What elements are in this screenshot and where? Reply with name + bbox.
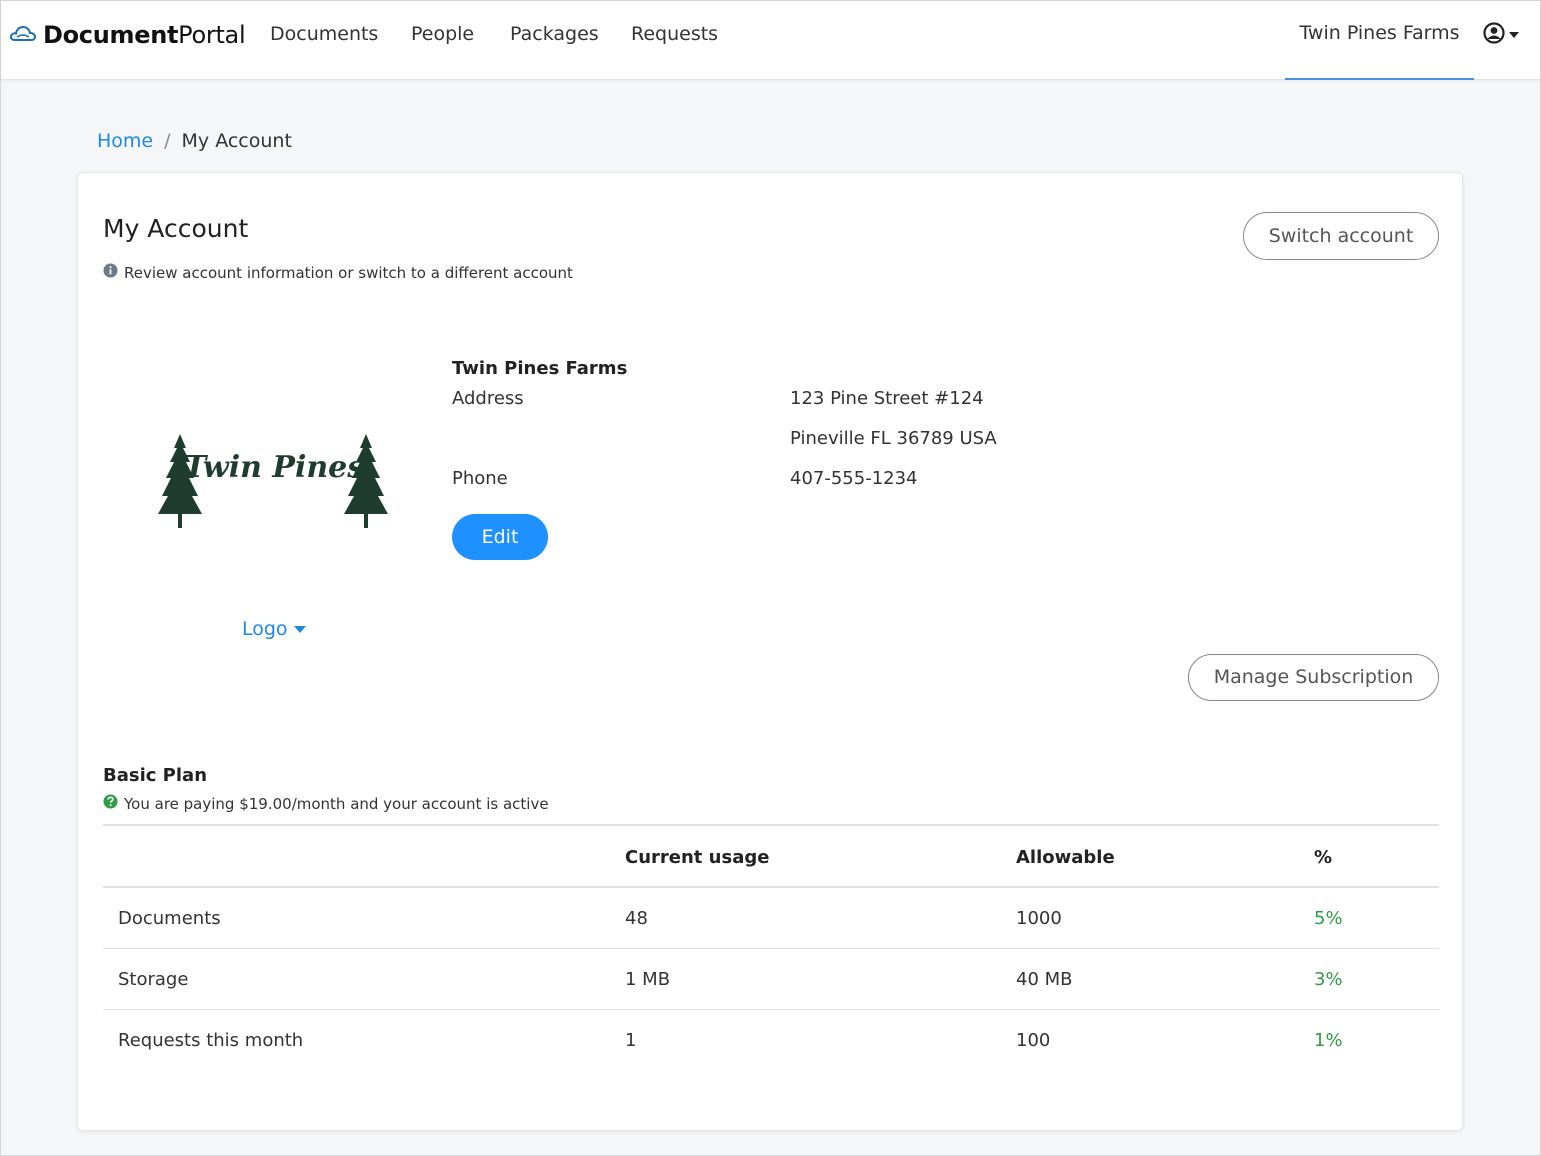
row-current: 1 MB	[625, 969, 671, 990]
table-row: Storage 1 MB 40 MB 3%	[103, 949, 1439, 1010]
plan-status: You are paying $19.00/month and your acc…	[103, 794, 549, 813]
address-line1: 123 Pine Street #124	[790, 388, 984, 409]
row-percent: 5%	[1314, 908, 1343, 929]
row-percent: 3%	[1314, 969, 1343, 990]
row-percent: 1%	[1314, 1030, 1343, 1051]
table-row: Documents 48 1000 5%	[103, 888, 1439, 949]
manage-subscription-button[interactable]: Manage Subscription	[1188, 654, 1439, 701]
usage-table: Current usage Allowable % Documents 48 1…	[103, 824, 1439, 1071]
question-circle-icon	[103, 794, 118, 813]
user-menu-toggle[interactable]	[1483, 22, 1519, 48]
caret-down-icon	[1509, 32, 1519, 38]
breadcrumb-home[interactable]: Home	[97, 130, 153, 152]
brand-name-light: Portal	[178, 21, 246, 49]
page-subtitle: Review account information or switch to …	[103, 263, 573, 282]
row-current: 1	[625, 1030, 637, 1051]
row-allowable: 1000	[1016, 908, 1062, 929]
nav-requests[interactable]: Requests	[631, 23, 718, 45]
address-label: Address	[452, 388, 524, 409]
nav-packages[interactable]: Packages	[510, 23, 599, 45]
breadcrumb-current: My Account	[181, 130, 292, 152]
nav-account-name[interactable]: Twin Pines Farms	[1285, 1, 1474, 80]
plan-name: Basic Plan	[103, 765, 208, 786]
company-name: Twin Pines Farms	[452, 358, 628, 379]
page-title: My Account	[103, 214, 249, 243]
row-name: Requests this month	[118, 1030, 304, 1051]
header-allowable: Allowable	[1016, 847, 1115, 868]
caret-down-icon	[293, 625, 306, 633]
edit-button[interactable]: Edit	[452, 514, 548, 560]
breadcrumb: Home / My Account	[97, 130, 292, 152]
plan-status-text: You are paying $19.00/month and your acc…	[124, 794, 549, 813]
breadcrumb-separator: /	[164, 130, 171, 152]
phone-label: Phone	[452, 468, 508, 489]
account-card: My Account Review account information or…	[77, 172, 1463, 1131]
top-navbar: Document Portal Documents People Packages…	[1, 1, 1540, 80]
row-name: Storage	[118, 969, 189, 990]
brand-logo[interactable]: Document Portal	[9, 19, 246, 51]
header-percent: %	[1314, 847, 1333, 868]
logo-menu-toggle[interactable]: Logo	[242, 618, 306, 640]
table-row: Requests this month 1 100 1%	[103, 1010, 1439, 1071]
header-current-usage: Current usage	[625, 847, 770, 868]
row-name: Documents	[118, 908, 221, 929]
user-circle-icon	[1483, 22, 1505, 48]
usage-table-header: Current usage Allowable %	[103, 826, 1439, 888]
company-logo: Twin Pines	[150, 428, 390, 538]
row-allowable: 100	[1016, 1030, 1051, 1051]
cloud-icon	[9, 24, 43, 46]
row-current: 48	[625, 908, 648, 929]
row-allowable: 40 MB	[1016, 969, 1073, 990]
nav-documents[interactable]: Documents	[270, 23, 378, 45]
info-icon	[103, 263, 118, 282]
switch-account-button[interactable]: Switch account	[1243, 212, 1439, 260]
phone-value: 407-555-1234	[790, 468, 918, 489]
logo-text: Twin Pines	[184, 450, 364, 485]
brand-name-bold: Document	[43, 21, 179, 49]
address-line2: Pineville FL 36789 USA	[790, 428, 997, 449]
logo-menu-label: Logo	[242, 618, 288, 640]
nav-people[interactable]: People	[411, 23, 474, 45]
subtitle-text: Review account information or switch to …	[124, 263, 573, 282]
